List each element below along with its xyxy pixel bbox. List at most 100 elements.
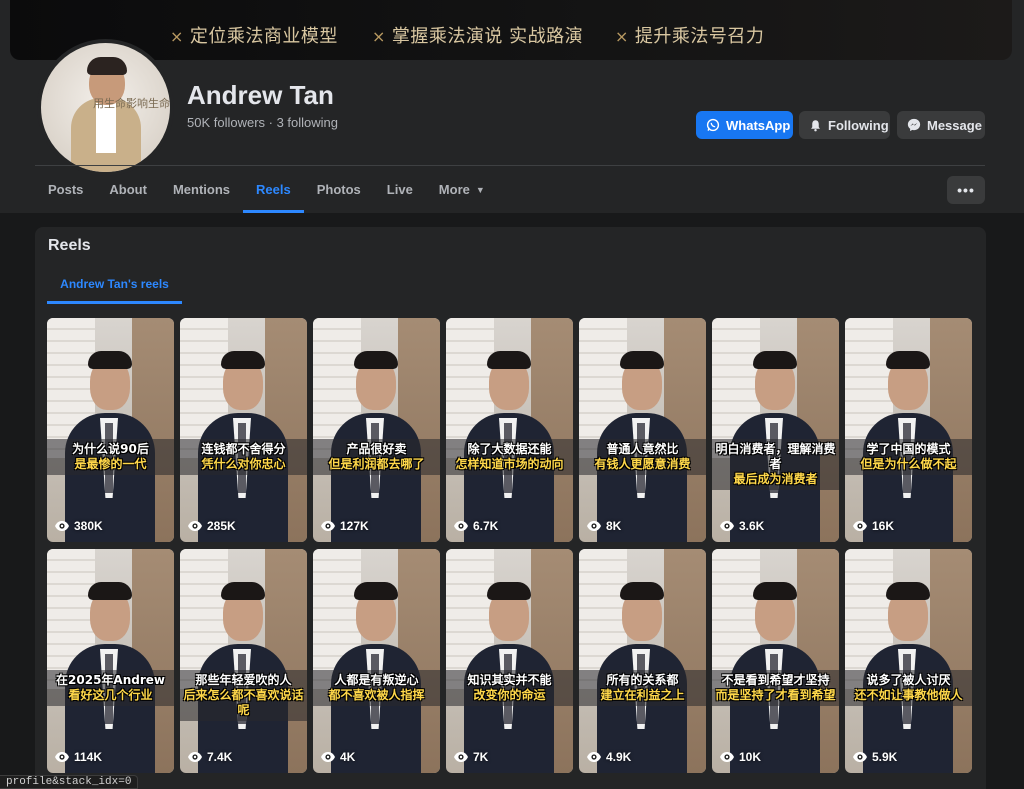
eye-icon bbox=[587, 521, 601, 531]
reel-views: 7.4K bbox=[187, 750, 232, 764]
eye-icon bbox=[454, 521, 468, 531]
reels-grid: 为什么说90后 是最惨的一代 380K 连钱都不舍得分 凭什么对你忠心 285K 产品很好卖… bbox=[47, 318, 972, 773]
reel-caption: 那些年轻爱吹的人 后来怎么都不喜欢说话呢 bbox=[180, 670, 307, 721]
reel-caption-line1: 说多了被人讨厌 bbox=[866, 673, 951, 687]
reel-view-count: 3.6K bbox=[739, 519, 765, 533]
reel-caption-line1: 为什么说90后 bbox=[72, 442, 149, 456]
cross-mark-icon: × bbox=[615, 27, 629, 46]
reel-views: 4K bbox=[320, 750, 355, 764]
eye-icon bbox=[454, 752, 468, 762]
reel-caption-line1: 产品很好卖 bbox=[346, 442, 407, 456]
reel-tile[interactable]: 说多了被人讨厌 还不如让事教他做人 5.9K bbox=[845, 549, 972, 773]
reel-views: 127K bbox=[320, 519, 369, 533]
cross-mark-icon: × bbox=[372, 27, 386, 46]
reel-caption: 除了大数据还能 怎样知道市场的动向 bbox=[446, 439, 573, 475]
tab-about[interactable]: About bbox=[96, 166, 160, 213]
reel-caption-line2: 改变你的命运 bbox=[473, 688, 546, 702]
reel-views: 114K bbox=[54, 750, 102, 764]
reel-caption-line2: 后来怎么都不喜欢说话呢 bbox=[183, 688, 304, 717]
cover-photo[interactable]: × 定位乘法商业模型 × 掌握乘法演说 实战路演 × 提升乘法号召力 bbox=[10, 0, 1012, 60]
reel-tile[interactable]: 连钱都不舍得分 凭什么对你忠心 285K bbox=[180, 318, 307, 542]
reel-caption-line2: 但是利润都去哪了 bbox=[328, 457, 425, 471]
reel-views: 380K bbox=[54, 519, 103, 533]
cover-tagline: × 掌握乘法演说 实战路演 bbox=[372, 26, 584, 47]
reel-caption-line2: 都不喜欢被人指挥 bbox=[328, 688, 425, 702]
profile-tabs: Posts About Mentions Reels Photos Live M… bbox=[35, 166, 498, 213]
reel-views: 8K bbox=[586, 519, 621, 533]
reel-caption-line1: 在2025年Andrew bbox=[56, 673, 165, 687]
reel-caption-line2: 凭什么对你忠心 bbox=[201, 457, 286, 471]
reel-caption-line1: 所有的关系都 bbox=[606, 673, 679, 687]
reel-caption-line2: 但是为什么做不起 bbox=[860, 457, 957, 471]
reel-views: 285K bbox=[187, 519, 236, 533]
reel-tile[interactable]: 除了大数据还能 怎样知道市场的动向 6.7K bbox=[446, 318, 573, 542]
whatsapp-button[interactable]: WhatsApp bbox=[696, 111, 793, 139]
cross-mark-icon: × bbox=[170, 27, 184, 46]
reel-view-count: 285K bbox=[207, 519, 236, 533]
reel-tile[interactable]: 学了中国的模式 但是为什么做不起 16K bbox=[845, 318, 972, 542]
message-button[interactable]: Message bbox=[897, 111, 985, 139]
reel-caption: 明白消费者，理解消费者 最后成为消费者 bbox=[712, 439, 839, 490]
more-options-button[interactable]: ••• bbox=[947, 176, 985, 204]
reel-views: 3.6K bbox=[719, 519, 764, 533]
reel-tile[interactable]: 知识其实并不能 改变你的命运 7K bbox=[446, 549, 573, 773]
eye-icon bbox=[55, 521, 69, 531]
reel-view-count: 4.9K bbox=[606, 750, 632, 764]
reel-caption: 在2025年Andrew 看好这几个行业 bbox=[47, 670, 174, 706]
cover-tagline: × 定位乘法商业模型 bbox=[170, 26, 338, 47]
tab-photos[interactable]: Photos bbox=[304, 166, 374, 213]
following-button[interactable]: Following bbox=[799, 111, 890, 139]
reel-caption-line1: 连钱都不舍得分 bbox=[201, 442, 286, 456]
tab-more[interactable]: More ▼ bbox=[426, 166, 498, 213]
messenger-icon bbox=[907, 118, 921, 132]
tab-posts[interactable]: Posts bbox=[35, 166, 96, 213]
reel-tile[interactable]: 普通人竟然比 有钱人更愿意消费 8K bbox=[579, 318, 706, 542]
reel-tile[interactable]: 那些年轻爱吹的人 后来怎么都不喜欢说话呢 7.4K bbox=[180, 549, 307, 773]
reel-views: 10K bbox=[719, 750, 761, 764]
reel-tile[interactable]: 不是看到希望才坚持 而是坚持了才看到希望 10K bbox=[712, 549, 839, 773]
eye-icon bbox=[853, 752, 867, 762]
reel-caption-line1: 人都是有叛逆心 bbox=[334, 673, 419, 687]
reel-tile[interactable]: 人都是有叛逆心 都不喜欢被人指挥 4K bbox=[313, 549, 440, 773]
reel-tile[interactable]: 为什么说90后 是最惨的一代 380K bbox=[47, 318, 174, 542]
reel-caption-line2: 看好这几个行业 bbox=[68, 688, 153, 702]
reel-tile[interactable]: 所有的关系都 建立在利益之上 4.9K bbox=[579, 549, 706, 773]
reel-view-count: 380K bbox=[74, 519, 103, 533]
reel-view-count: 10K bbox=[739, 750, 762, 764]
reel-tile[interactable]: 产品很好卖 但是利润都去哪了 127K bbox=[313, 318, 440, 542]
eye-icon bbox=[321, 752, 335, 762]
reel-view-count: 114K bbox=[74, 750, 103, 764]
eye-icon bbox=[720, 521, 734, 531]
reel-caption-line2: 有钱人更愿意消费 bbox=[594, 457, 691, 471]
reel-caption-line1: 知识其实并不能 bbox=[467, 673, 552, 687]
reel-tile[interactable]: 明白消费者，理解消费者 最后成为消费者 3.6K bbox=[712, 318, 839, 542]
reel-caption-line2: 还不如让事教他做人 bbox=[854, 688, 963, 702]
reel-caption-line1: 除了大数据还能 bbox=[467, 442, 552, 456]
reel-caption: 连钱都不舍得分 凭什么对你忠心 bbox=[180, 439, 307, 475]
avatar-signature: 用生命影响生命 bbox=[93, 97, 170, 110]
reel-views: 7K bbox=[453, 750, 488, 764]
tab-live[interactable]: Live bbox=[374, 166, 426, 213]
profile-stats[interactable]: 50K followers · 3 following bbox=[187, 115, 338, 130]
reel-caption: 人都是有叛逆心 都不喜欢被人指挥 bbox=[313, 670, 440, 706]
tab-reels[interactable]: Reels bbox=[243, 166, 304, 213]
profile-avatar[interactable]: 用生命影响生命 bbox=[37, 39, 174, 176]
tab-mentions[interactable]: Mentions bbox=[160, 166, 243, 213]
reel-caption-line2: 是最惨的一代 bbox=[74, 457, 147, 471]
reel-views: 4.9K bbox=[586, 750, 631, 764]
eye-icon bbox=[188, 752, 202, 762]
bell-icon bbox=[811, 119, 820, 131]
reel-tile[interactable]: 在2025年Andrew 看好这几个行业 114K bbox=[47, 549, 174, 773]
reel-caption-line2: 最后成为消费者 bbox=[733, 472, 818, 486]
eye-icon bbox=[587, 752, 601, 762]
reel-views: 6.7K bbox=[453, 519, 498, 533]
reels-title: Reels bbox=[48, 237, 91, 254]
eye-icon bbox=[853, 521, 867, 531]
reel-caption: 不是看到希望才坚持 而是坚持了才看到希望 bbox=[712, 670, 839, 706]
reel-caption-line1: 学了中国的模式 bbox=[866, 442, 951, 456]
whatsapp-icon bbox=[706, 118, 720, 132]
reel-views: 16K bbox=[852, 519, 894, 533]
reels-subtab[interactable]: Andrew Tan's reels bbox=[47, 263, 182, 304]
reel-view-count: 5.9K bbox=[872, 750, 898, 764]
profile-name: Andrew Tan bbox=[187, 80, 334, 110]
